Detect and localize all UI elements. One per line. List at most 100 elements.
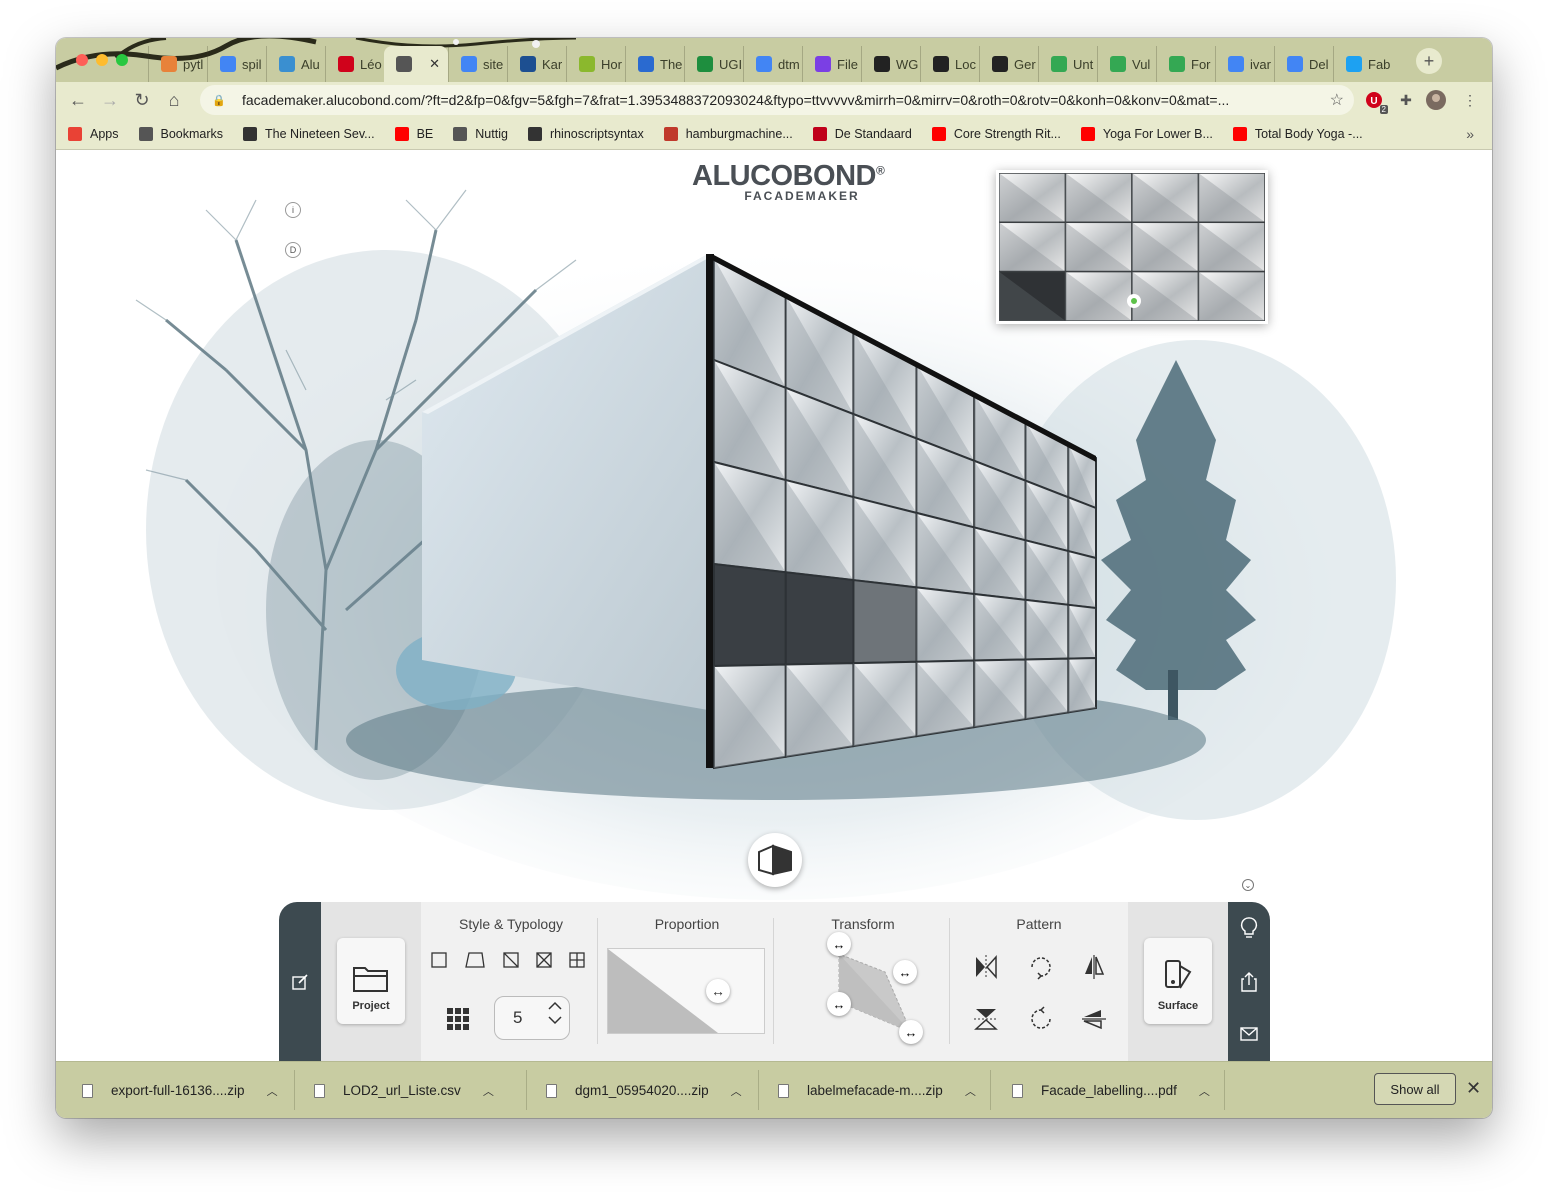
info-button[interactable]: i [285,202,301,218]
mail-icon[interactable] [1239,1024,1259,1044]
bookmark-item[interactable]: Bookmarks [138,126,223,141]
download-menu-chevron-icon[interactable]: ︿ [965,1083,976,1099]
tab-label: Léo [360,56,382,72]
surface-button[interactable]: Surface [1144,938,1212,1024]
bookmark-item[interactable]: Total Body Yoga -... [1232,126,1363,141]
tab[interactable]: Vul [1097,46,1156,82]
profile-avatar[interactable] [1426,90,1446,110]
editor-panel: Project Style & Typology 5 Proportion ↔ … [279,902,1270,1061]
preview-handle[interactable] [1127,294,1141,308]
bookmarks-overflow-icon[interactable]: » [1466,126,1474,142]
collapse-panel-icon[interactable]: ⌄ [1242,879,1254,891]
tab[interactable]: Léo [325,46,384,82]
tab[interactable]: Unt [1038,46,1097,82]
address-bar[interactable]: 🔒 facademaker.alucobond.com/?ft=d2&fp=0&… [200,85,1354,115]
typology-cross-icon[interactable] [534,950,554,970]
tab[interactable]: For [1156,46,1215,82]
mirror-vertical-icon[interactable] [971,1004,1001,1034]
grid-density-icon[interactable] [445,1006,471,1032]
bookmark-item[interactable]: Core Strength Rit... [931,126,1061,141]
lightbulb-icon[interactable] [1239,917,1259,938]
tab[interactable]: spil [207,46,266,82]
bookmark-item[interactable]: De Standaard [812,126,912,141]
tab[interactable]: WG [861,46,920,82]
tab[interactable]: Fab [1333,46,1392,82]
d-button[interactable]: D [285,242,301,258]
tab-close-icon[interactable]: ✕ [429,56,440,72]
download-item[interactable]: labelmefacade-m....zip ︿ [778,1062,976,1118]
download-menu-chevron-icon[interactable]: ︿ [1199,1083,1210,1099]
tab[interactable]: Loc [920,46,979,82]
grid-count-stepper[interactable]: 5 [494,996,570,1040]
shift-horizontal-icon[interactable] [1079,952,1109,982]
tab-active[interactable]: ✕ [384,46,448,82]
tab[interactable]: UGI [684,46,743,82]
tab[interactable]: site [448,46,507,82]
project-button[interactable]: Project [337,938,405,1024]
rotate-horizontal-icon[interactable] [1026,952,1056,982]
view-toggle-button[interactable] [748,833,802,887]
tab[interactable]: Hor [566,46,625,82]
window-minimize-button[interactable] [96,54,108,66]
transform-handle-top-right-icon[interactable]: ↔ [893,960,917,984]
proportion-handle-icon[interactable]: ↔ [706,979,730,1003]
shift-vertical-icon[interactable] [1079,1004,1109,1034]
proportion-preview[interactable]: ↔ [607,948,765,1034]
rotate-vertical-icon[interactable] [1026,1004,1056,1034]
forward-arrow-icon[interactable]: → [98,88,122,112]
tab[interactable]: File [802,46,861,82]
extensions-puzzle-icon[interactable]: ✚ [1396,90,1416,110]
close-downloads-icon[interactable]: ✕ [1466,1078,1481,1099]
download-menu-chevron-icon[interactable]: ︿ [483,1083,494,1099]
bookmark-item[interactable]: BE [394,126,433,141]
bookmark-item[interactable]: rhinoscriptsyntax [527,126,644,141]
tab[interactable]: The [625,46,684,82]
stepper-down-icon[interactable] [547,1015,563,1025]
download-item[interactable]: Facade_labelling....pdf ︿ [1012,1062,1210,1118]
mirror-horizontal-icon[interactable] [971,952,1001,982]
bookmark-item[interactable]: The Nineteen Sev... [243,126,375,141]
tab[interactable]: dtm [743,46,802,82]
tab[interactable]: Del [1274,46,1333,82]
home-icon[interactable]: ⌂ [162,88,186,112]
download-menu-chevron-icon[interactable]: ︿ [267,1083,278,1099]
share-icon[interactable] [1239,972,1259,992]
tab[interactable]: pytl [148,46,207,82]
bookmark-star-icon[interactable]: ☆ [1330,90,1344,110]
typology-trapezoid-icon[interactable] [463,950,487,970]
google-icon [1287,56,1303,72]
pattern-title: Pattern [1016,916,1062,932]
material-preview[interactable] [996,170,1268,324]
bookmark-label: Core Strength Rit... [953,126,1061,141]
tab[interactable]: ivar [1215,46,1274,82]
bookmark-item[interactable]: Nuttig [453,126,508,141]
reload-icon[interactable]: ↻ [130,88,154,112]
extension-adblock-icon[interactable]: U 2 [1364,90,1388,114]
typology-grid-icon[interactable] [567,950,587,970]
download-item[interactable]: export-full-16136....zip ︿ [82,1062,278,1118]
bookmark-item[interactable]: hamburgmachine... [663,126,793,141]
typology-flat-icon[interactable] [429,950,449,970]
transform-handle-bottom-left-icon[interactable]: ↔ [827,992,851,1016]
bookmark-item[interactable]: Apps [68,126,119,141]
tab[interactable]: Alu [266,46,325,82]
edit-icon[interactable] [290,972,310,992]
stepper-up-icon[interactable] [547,1001,563,1011]
download-menu-chevron-icon[interactable]: ︿ [731,1083,742,1099]
transform-handle-top-left-icon[interactable]: ↔ [827,932,851,956]
transform-handle-bottom-right-icon[interactable]: ↔ [899,1020,923,1044]
window-close-button[interactable] [76,54,88,66]
browser-menu-icon[interactable]: ⋮ [1460,90,1480,110]
google-icon [1228,56,1244,72]
tab-label: WG [896,56,919,72]
new-tab-button[interactable]: + [1416,48,1442,74]
window-zoom-button[interactable] [116,54,128,66]
tab[interactable]: Ger [979,46,1038,82]
tab[interactable]: Kar [507,46,566,82]
bookmark-item[interactable]: Yoga For Lower B... [1080,126,1213,141]
typology-diagonal-icon[interactable] [501,950,521,970]
download-item[interactable]: LOD2_url_Liste.csv ︿ [314,1062,494,1118]
download-item[interactable]: dgm1_05954020....zip ︿ [546,1062,742,1118]
show-all-downloads-button[interactable]: Show all [1374,1073,1456,1105]
back-arrow-icon[interactable]: ← [66,88,90,112]
